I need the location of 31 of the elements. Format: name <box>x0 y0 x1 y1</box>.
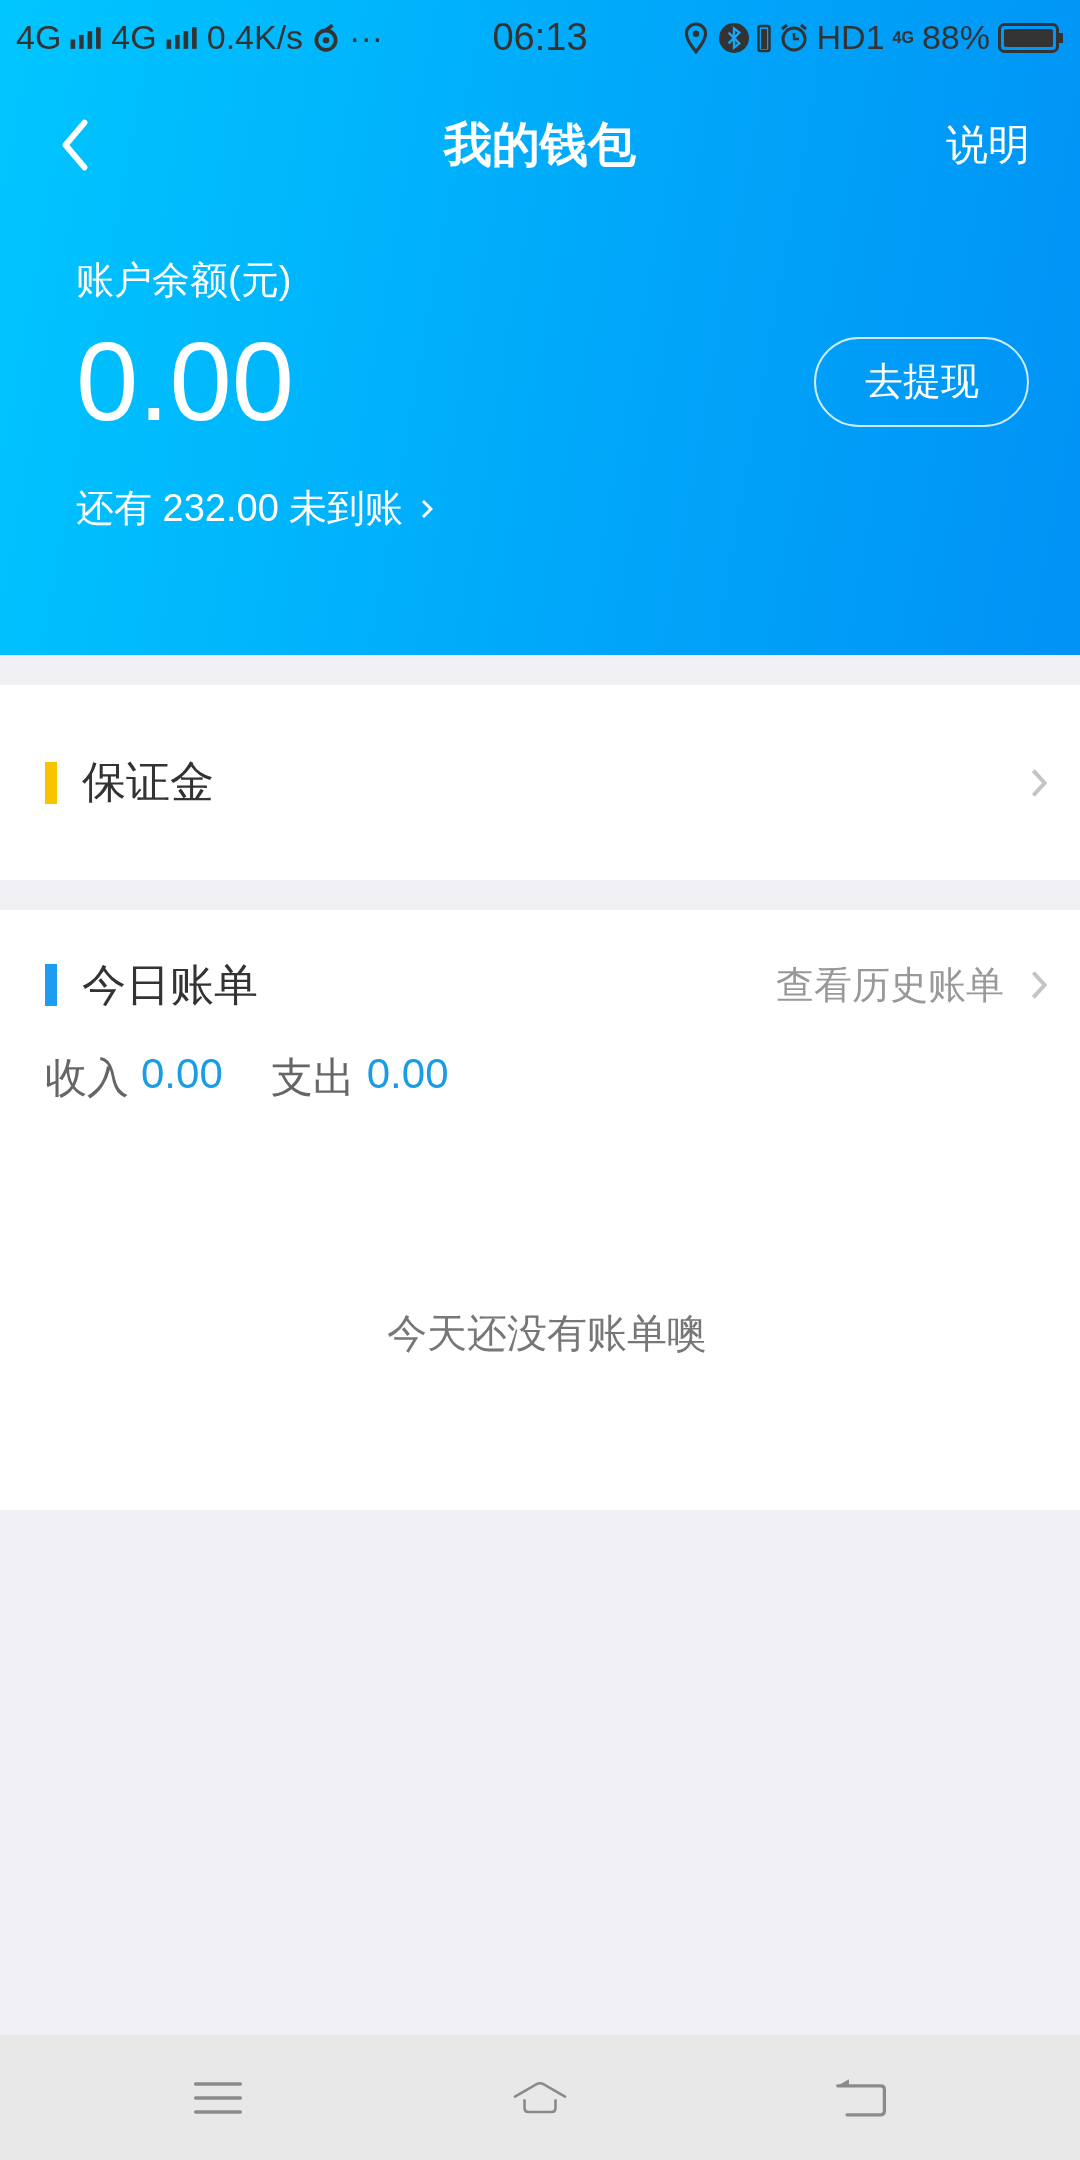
signal-icon <box>69 25 104 50</box>
network-label: 4G <box>892 28 914 47</box>
stat-label: 支出 <box>270 1053 355 1103</box>
chevron-icon <box>421 498 434 519</box>
balance-amount: 0.00 <box>76 320 294 444</box>
page-title: 我的钱包 <box>444 117 636 173</box>
stat-value: 0.00 <box>141 1050 223 1099</box>
battery-percent: 88% <box>921 18 990 57</box>
empty-message: 今天还没有账单噢 <box>385 1310 708 1357</box>
section-title: 今日账单 <box>82 958 258 1011</box>
stat-label: 收入 <box>45 1053 129 1103</box>
chevron-icon <box>1030 969 1048 1001</box>
network-speed: 0.4K/s <box>206 18 304 57</box>
more-indicator: ··· <box>349 18 384 57</box>
network-label: 4G <box>16 18 62 57</box>
signal-icon <box>164 25 199 50</box>
balance-label: 账户余额(元) <box>76 258 292 303</box>
pending-link[interactable]: 还有 232.00 未到账 <box>76 483 404 535</box>
deposit-row[interactable]: 保证金 <box>0 685 1080 880</box>
hd-label: HD1 <box>816 18 885 57</box>
bluetooth-icon <box>718 21 749 54</box>
network-label: 4G <box>111 18 157 57</box>
stat-value: 0.00 <box>366 1050 449 1099</box>
alarm-icon <box>778 21 809 54</box>
withdraw-button[interactable]: 去提现 <box>814 336 1029 427</box>
status-time: 06:13 <box>492 16 588 59</box>
back-icon[interactable] <box>60 119 90 171</box>
section-title: 保证金 <box>82 756 214 808</box>
help-link[interactable]: 说明 <box>946 117 1030 173</box>
battery-icon <box>998 22 1064 53</box>
history-link[interactable]: 查看历史账单 <box>776 959 1004 1011</box>
